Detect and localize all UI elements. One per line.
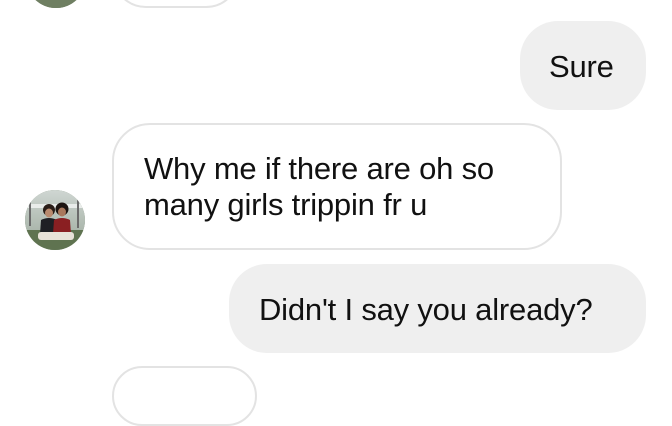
outgoing-message-bubble[interactable]: Didn't I say you already? bbox=[229, 264, 646, 353]
incoming-message-bubble[interactable]: Why me if there are oh so many girls tri… bbox=[112, 123, 562, 250]
avatar-photo-icon bbox=[26, 0, 86, 8]
outgoing-message-bubble[interactable]: Sure bbox=[520, 21, 646, 110]
contact-avatar[interactable] bbox=[26, 0, 86, 8]
message-text-line-2: many girls trippin fr u bbox=[144, 187, 428, 222]
avatar-photo-icon bbox=[25, 190, 85, 250]
message-text-line-1: Why me if there are oh so bbox=[144, 151, 494, 186]
message-text: Didn't I say you already? bbox=[259, 292, 593, 327]
message-text: Sure bbox=[549, 49, 614, 84]
message-thread[interactable]: Sure Why me if there are oh so many girl… bbox=[0, 0, 672, 426]
incoming-message-bubble[interactable] bbox=[112, 366, 257, 426]
incoming-message-bubble[interactable] bbox=[112, 0, 240, 8]
contact-avatar[interactable] bbox=[25, 190, 85, 250]
